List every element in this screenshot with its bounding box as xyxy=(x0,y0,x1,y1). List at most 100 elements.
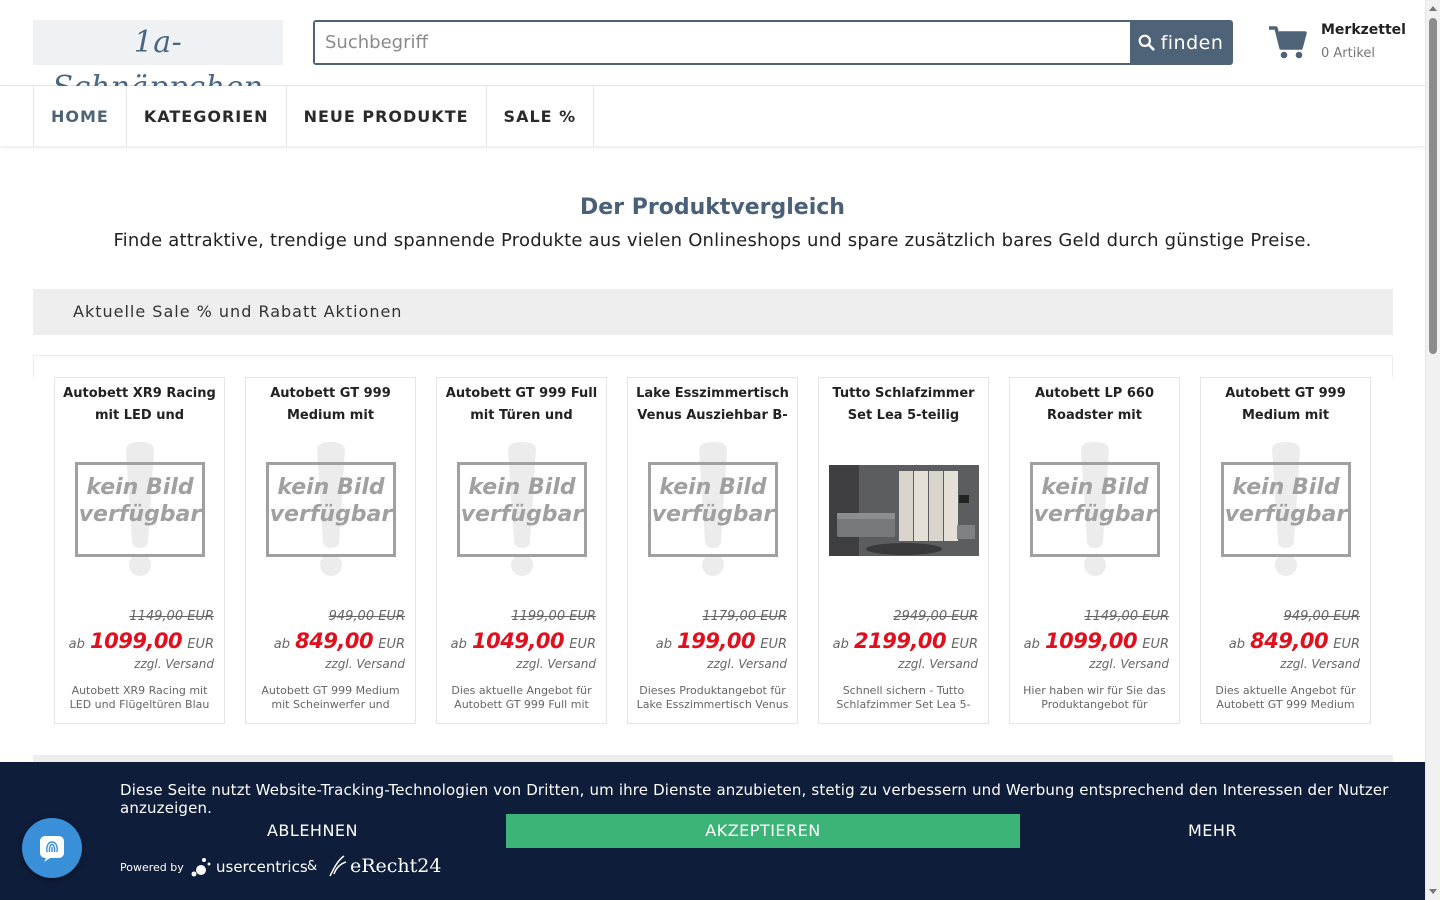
product-image[interactable] xyxy=(829,465,979,556)
product-title[interactable]: Autobett XR9 Racing mit LED und Flügeltü… xyxy=(59,383,220,427)
shipping-note: zzgl. Versand xyxy=(898,657,978,671)
privacy-settings-button[interactable] xyxy=(22,818,82,878)
no-image-text: kein Bild verfügbar xyxy=(266,474,396,528)
sale-section-header: Aktuelle Sale % und Rabatt Aktionen xyxy=(33,289,1393,335)
product-title[interactable]: Lake Esszimmertisch Venus Ausziehbar B- xyxy=(632,383,793,427)
ampersand: & xyxy=(307,859,318,874)
product-old-price: 1199,00 EUR xyxy=(511,609,596,624)
shipping-note: zzgl. Versand xyxy=(134,657,214,671)
watchlist-title[interactable]: Merkzettel xyxy=(1321,22,1406,38)
bedroom-photo-icon xyxy=(829,465,979,556)
price-value: 849,00 xyxy=(1250,629,1329,653)
product-price: ab 849,00 EUR xyxy=(1229,629,1360,653)
no-image-placeholder: kein Bild verfügbar xyxy=(65,442,215,577)
product-title[interactable]: Autobett GT 999 Medium mit Scheinwerfer … xyxy=(1205,383,1366,427)
no-image-line-1: kein Bild xyxy=(468,475,576,500)
shipping-note: zzgl. Versand xyxy=(325,657,405,671)
product-image[interactable]: kein Bild verfügbar xyxy=(447,442,597,577)
no-image-line-1: kein Bild xyxy=(1041,475,1149,500)
product-old-price: 949,00 EUR xyxy=(328,609,405,624)
page-subtitle: Finde attraktive, trendige und spannende… xyxy=(113,230,1312,251)
no-image-line-1: kein Bild xyxy=(659,475,767,500)
product-price: ab 1049,00 EUR xyxy=(451,629,596,653)
product-description: Dieses Produktangebot für Lake Esszimmer… xyxy=(636,684,789,711)
price-currency: EUR xyxy=(569,637,596,652)
product-card[interactable]: Autobett GT 999 Medium mit Scheinwerfer … xyxy=(245,377,416,724)
nav-item-categories[interactable]: KATEGORIEN xyxy=(127,86,287,146)
nav-item-home[interactable]: HOME xyxy=(34,86,127,146)
search-input[interactable] xyxy=(315,22,1130,63)
no-image-text: kein Bild verfügbar xyxy=(1221,474,1351,528)
price-value: 1099,00 xyxy=(1044,629,1138,653)
decline-button[interactable]: ABLEHNEN xyxy=(120,814,505,848)
erecht24-logo[interactable]: eRecht24 xyxy=(326,854,441,878)
product-price: ab 1099,00 EUR xyxy=(69,629,214,653)
no-image-line-2: verfügbar xyxy=(269,502,393,527)
price-prefix: ab xyxy=(1023,637,1040,652)
shipping-note: zzgl. Versand xyxy=(707,657,787,671)
product-description: Dies aktuelle Angebot für Autobett GT 99… xyxy=(1215,684,1356,711)
page-title: Der Produktvergleich xyxy=(580,195,845,220)
scroll-down-icon[interactable] xyxy=(1429,889,1437,894)
price-value: 2199,00 xyxy=(853,629,947,653)
scrollbar-thumb[interactable] xyxy=(1429,18,1437,354)
product-card[interactable]: Autobett GT 999 Full mit Türen und Sound… xyxy=(436,377,607,724)
product-image[interactable]: kein Bild verfügbar xyxy=(1020,442,1170,577)
watchlist-count: 0 Artikel xyxy=(1321,46,1376,61)
nav-item-sale[interactable]: SALE % xyxy=(487,86,595,146)
nav-item-new-products[interactable]: NEUE PRODUKTE xyxy=(287,86,487,146)
search-button[interactable]: finden xyxy=(1130,22,1231,63)
price-value: 199,00 xyxy=(677,629,756,653)
no-image-placeholder: kein Bild verfügbar xyxy=(447,442,597,577)
shopping-cart-icon[interactable] xyxy=(1268,24,1308,60)
product-title[interactable]: Autobett GT 999 Full mit Türen und Sound… xyxy=(441,383,602,427)
product-price: ab 849,00 EUR xyxy=(274,629,405,653)
site-header: 1a-Schnäppchen finden Merkzettel 0 Artik… xyxy=(0,0,1425,105)
no-image-line-1: kein Bild xyxy=(277,475,385,500)
shipping-note: zzgl. Versand xyxy=(516,657,596,671)
product-image[interactable]: kein Bild verfügbar xyxy=(256,442,406,577)
no-image-line-2: verfügbar xyxy=(460,502,584,527)
product-card[interactable]: Lake Esszimmertisch Venus Ausziehbar B- … xyxy=(627,377,798,724)
price-value: 1049,00 xyxy=(471,629,565,653)
product-image[interactable]: kein Bild verfügbar xyxy=(638,442,788,577)
price-value: 1099,00 xyxy=(89,629,183,653)
product-old-price: 949,00 EUR xyxy=(1283,609,1360,624)
cookie-banner: Diese Seite nutzt Website-Tracking-Techn… xyxy=(0,762,1425,900)
price-currency: EUR xyxy=(1142,637,1169,652)
accept-button[interactable]: AKZEPTIEREN xyxy=(506,814,1020,848)
product-price: ab 1099,00 EUR xyxy=(1024,629,1169,653)
price-prefix: ab xyxy=(68,637,85,652)
usercentrics-logo[interactable]: usercentrics xyxy=(190,856,308,878)
product-card[interactable]: Autobett LP 660 Roadster mit Flügeltüren… xyxy=(1009,377,1180,724)
product-old-price: 1149,00 EUR xyxy=(129,609,214,624)
product-price: ab 199,00 EUR xyxy=(656,629,787,653)
site-logo[interactable]: 1a-Schnäppchen xyxy=(33,20,283,105)
more-button[interactable]: MEHR xyxy=(1020,814,1405,848)
product-card[interactable]: Tutto Schlafzimmer Set Lea 5-teilig Crem… xyxy=(818,377,989,724)
product-card[interactable]: Autobett GT 999 Medium mit Scheinwerfer … xyxy=(1200,377,1371,724)
product-description: Autobett XR9 Racing mit LED und Flügeltü… xyxy=(69,684,210,711)
scroll-up-icon[interactable] xyxy=(1429,6,1437,11)
price-prefix: ab xyxy=(655,637,672,652)
product-title[interactable]: Autobett LP 660 Roadster mit Flügeltüren xyxy=(1014,383,1175,427)
vertical-scrollbar[interactable] xyxy=(1425,0,1440,900)
product-old-price: 1149,00 EUR xyxy=(1084,609,1169,624)
erecht24-label: eRecht24 xyxy=(350,855,442,877)
no-image-line-2: verfügbar xyxy=(1224,502,1348,527)
product-image[interactable]: kein Bild verfügbar xyxy=(1211,442,1361,577)
product-image[interactable]: kein Bild verfügbar xyxy=(65,442,215,577)
fingerprint-icon xyxy=(40,836,64,862)
price-prefix: ab xyxy=(832,637,849,652)
no-image-text: kein Bild verfügbar xyxy=(457,474,587,528)
product-price: ab 2199,00 EUR xyxy=(833,629,978,653)
no-image-placeholder: kein Bild verfügbar xyxy=(1211,442,1361,577)
product-card[interactable]: Autobett XR9 Racing mit LED und Flügeltü… xyxy=(54,377,225,724)
product-title[interactable]: Tutto Schlafzimmer Set Lea 5-teilig Crem… xyxy=(823,383,984,427)
erecht24-swirl-icon xyxy=(329,855,347,877)
price-prefix: ab xyxy=(450,637,467,652)
product-old-price: 1179,00 EUR xyxy=(702,609,787,624)
product-title[interactable]: Autobett GT 999 Medium mit Scheinwerfer … xyxy=(250,383,411,427)
no-image-line-2: verfügbar xyxy=(651,502,775,527)
price-prefix: ab xyxy=(1228,637,1245,652)
